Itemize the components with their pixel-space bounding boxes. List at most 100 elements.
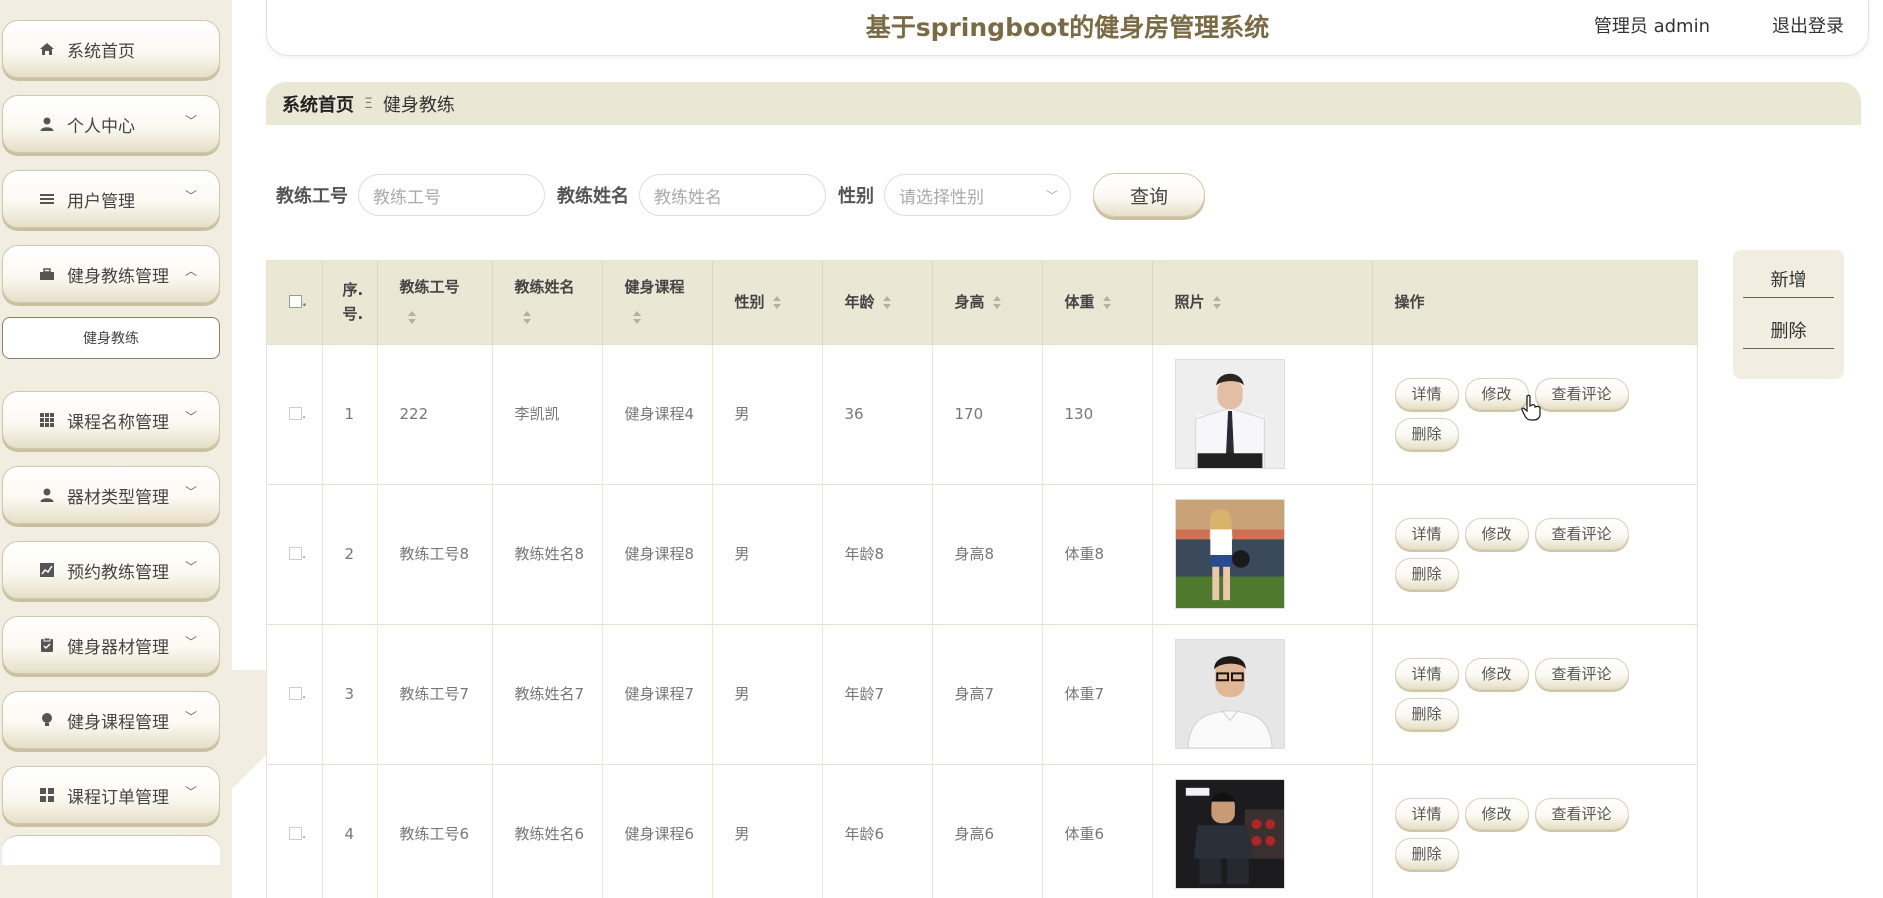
- cell-code: 教练工号8: [377, 484, 493, 624]
- view-comments-button[interactable]: 查看评论: [1534, 518, 1629, 550]
- sort-icon[interactable]: [407, 310, 416, 325]
- cell-height: 身高7: [932, 624, 1043, 764]
- sidebar-item-label: 健身课程管理: [67, 712, 169, 733]
- col-header-course[interactable]: 健身课程: [602, 261, 713, 344]
- table-row: . 2 教练工号8 教练姓名8 健身课程8 男 年龄8 身高8 体重8 详情 修…: [267, 484, 1697, 624]
- sidebar-item-booking-management[interactable]: 预约教练管理 ﹀: [2, 541, 220, 599]
- select-all-checkbox[interactable]: .: [267, 261, 323, 344]
- col-header-index: 序.号.: [322, 261, 378, 344]
- cell-name: 李凯凯: [492, 344, 603, 484]
- delete-button[interactable]: 删除: [1394, 698, 1459, 730]
- cell-weight: 体重6: [1042, 764, 1153, 898]
- sort-icon[interactable]: [1212, 295, 1221, 310]
- cell-name: 教练姓名8: [492, 484, 603, 624]
- edit-button[interactable]: 修改: [1464, 798, 1529, 831]
- sort-icon[interactable]: [632, 310, 641, 325]
- cell-weight: 130: [1042, 344, 1153, 484]
- edit-button[interactable]: 修改: [1464, 518, 1529, 550]
- sidebar-item-order-management[interactable]: 课程订单管理 ﹀: [2, 766, 220, 824]
- col-header-age-label: 年龄: [844, 293, 875, 312]
- current-user: 管理员 admin: [1593, 16, 1710, 37]
- delete-button[interactable]: 删除: [1394, 838, 1459, 871]
- cell-height: 身高6: [932, 764, 1043, 898]
- cell-age: 36: [822, 344, 933, 484]
- sidebar: 系统首页 个人中心 ﹀ 用户管理 ﹀ 健身教练管理 ︿ 健身教练 课程名称管理 …: [0, 0, 232, 898]
- cell-index: 2: [322, 484, 378, 624]
- home-icon: [39, 41, 55, 57]
- breadcrumb-separator-icon: Ξ: [364, 95, 373, 112]
- sidebar-item-label: 预约教练管理: [67, 562, 169, 583]
- col-header-age[interactable]: 年龄: [822, 261, 933, 344]
- sidebar-item-equipment-type-management[interactable]: 器材类型管理 ﹀: [2, 466, 220, 524]
- col-header-gender[interactable]: 性别: [712, 261, 823, 344]
- logout-link[interactable]: 退出登录: [1772, 12, 1844, 38]
- cell-height: 170: [932, 344, 1043, 484]
- sidebar-item-label: 健身教练管理: [67, 266, 169, 287]
- cell-age: 年龄7: [822, 624, 933, 764]
- sort-icon[interactable]: [522, 310, 531, 325]
- view-comments-button[interactable]: 查看评论: [1534, 658, 1629, 690]
- batch-delete-button[interactable]: 删除: [1743, 311, 1834, 349]
- view-comments-button[interactable]: 查看评论: [1534, 378, 1629, 410]
- row-checkbox[interactable]: .: [267, 624, 323, 764]
- col-header-height[interactable]: 身高: [932, 261, 1043, 344]
- chevron-down-icon: ﹀: [184, 114, 197, 128]
- col-header-name[interactable]: 教练姓名: [492, 261, 603, 344]
- cell-weight: 体重7: [1042, 624, 1153, 764]
- sidebar-item-coach-management[interactable]: 健身教练管理 ︿: [2, 245, 220, 303]
- edit-button[interactable]: 修改: [1464, 378, 1529, 410]
- sidebar-item-home[interactable]: 系统首页: [2, 20, 220, 78]
- table-header-row: . 序.号. 教练工号 教练姓名 健身课程 性别 年龄 身高 体重 照片 操作: [267, 261, 1697, 344]
- sidebar-item-equipment-management[interactable]: 健身器材管理 ﹀: [2, 616, 220, 674]
- sidebar-item-course-management[interactable]: 健身课程管理 ﹀: [2, 691, 220, 749]
- row-checkbox[interactable]: .: [267, 344, 323, 484]
- row-checkbox[interactable]: .: [267, 484, 323, 624]
- col-header-code[interactable]: 教练工号: [377, 261, 493, 344]
- breadcrumb-home[interactable]: 系统首页: [282, 91, 354, 117]
- sidebar-item-partial[interactable]: [2, 835, 220, 865]
- coach-code-input[interactable]: 教练工号: [358, 174, 545, 216]
- col-header-weight-label: 体重: [1064, 293, 1095, 312]
- delete-button[interactable]: 删除: [1394, 418, 1459, 450]
- chevron-up-icon: ︿: [184, 264, 197, 278]
- row-checkbox[interactable]: .: [267, 764, 323, 898]
- col-header-weight[interactable]: 体重: [1042, 261, 1153, 344]
- chevron-down-icon: ﹀: [184, 485, 197, 499]
- sidebar-subitem-coach[interactable]: 健身教练: [2, 317, 220, 359]
- sidebar-item-label: 个人中心: [67, 116, 135, 137]
- coach-code-placeholder: 教练工号: [373, 187, 441, 208]
- cell-ops: 详情 修改 查看评论 删除: [1372, 764, 1697, 898]
- sort-icon[interactable]: [772, 295, 781, 310]
- sidebar-item-personal-center[interactable]: 个人中心 ﹀: [2, 95, 220, 153]
- sort-icon[interactable]: [992, 295, 1001, 310]
- sort-icon[interactable]: [882, 295, 891, 310]
- add-button[interactable]: 新增: [1743, 260, 1834, 298]
- col-header-gender-label: 性别: [734, 293, 765, 312]
- clipboard-icon: [39, 637, 55, 653]
- detail-button[interactable]: 详情: [1394, 798, 1459, 831]
- coach-photo: [1174, 639, 1285, 749]
- chevron-down-icon: ﹀: [184, 710, 197, 724]
- cell-photo: [1152, 344, 1373, 484]
- detail-button[interactable]: 详情: [1394, 378, 1459, 410]
- gender-label: 性别: [838, 186, 874, 207]
- sidebar-item-course-name-management[interactable]: 课程名称管理 ﹀: [2, 391, 220, 449]
- cell-ops: 详情 修改 查看评论 删除: [1372, 484, 1697, 624]
- gender-select[interactable]: 请选择性别 ﹀: [884, 174, 1071, 216]
- delete-button[interactable]: 删除: [1394, 558, 1459, 590]
- query-button[interactable]: 查询: [1093, 173, 1205, 217]
- detail-button[interactable]: 详情: [1394, 518, 1459, 550]
- gender-placeholder: 请选择性别: [899, 187, 984, 208]
- action-panel: 新增 删除: [1733, 250, 1844, 379]
- view-comments-button[interactable]: 查看评论: [1534, 798, 1629, 831]
- cell-name: 教练姓名6: [492, 764, 603, 898]
- detail-button[interactable]: 详情: [1394, 658, 1459, 690]
- col-header-photo[interactable]: 照片: [1152, 261, 1373, 344]
- sort-icon[interactable]: [1102, 295, 1111, 310]
- coach-name-input[interactable]: 教练姓名: [639, 174, 826, 216]
- sidebar-item-label: 健身器材管理: [67, 637, 169, 658]
- cell-ops: 详情 修改 查看评论 删除: [1372, 624, 1697, 764]
- edit-button[interactable]: 修改: [1464, 658, 1529, 690]
- user-icon: [39, 116, 55, 132]
- sidebar-item-user-management[interactable]: 用户管理 ﹀: [2, 170, 220, 228]
